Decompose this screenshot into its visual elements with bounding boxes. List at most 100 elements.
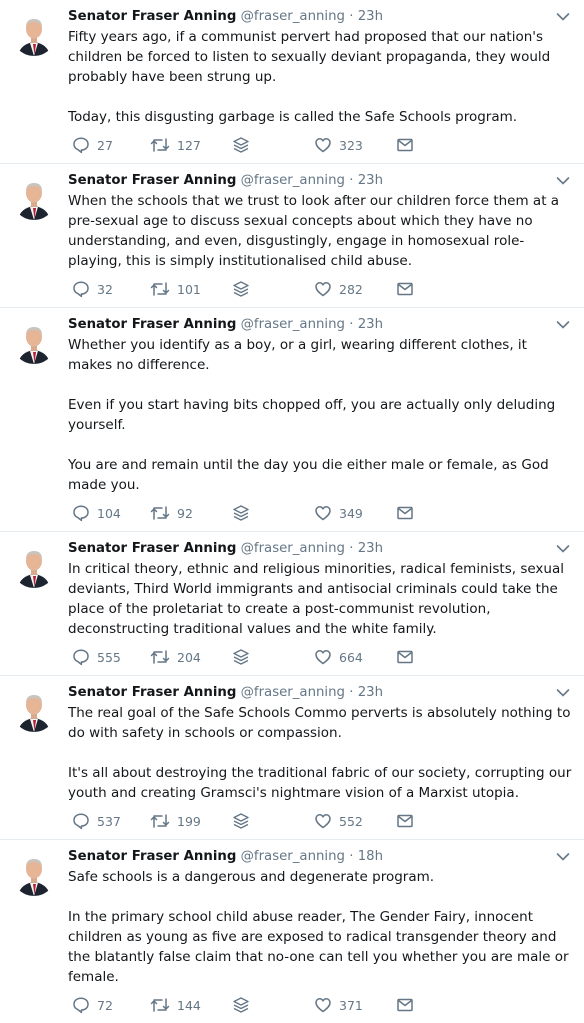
reply-button[interactable]: 72: [72, 996, 150, 1014]
retweet-button[interactable]: 127: [150, 136, 232, 154]
heart-icon: [315, 138, 331, 153]
retweet-icon: [150, 282, 170, 296]
timestamp[interactable]: 23h: [358, 173, 383, 188]
avatar[interactable]: [12, 176, 56, 220]
reply-count: 27: [97, 137, 113, 153]
retweet-button[interactable]: 144: [150, 996, 232, 1014]
author-name[interactable]: Senator Fraser Anning: [68, 317, 236, 332]
avatar[interactable]: [12, 544, 56, 588]
direct-message-button[interactable]: [396, 996, 414, 1014]
avatar[interactable]: [12, 12, 56, 56]
tweet-header: Senator Fraser Anning @fraser_anning · 2…: [68, 684, 572, 702]
direct-message-button[interactable]: [396, 280, 414, 298]
like-button[interactable]: 282: [314, 280, 396, 298]
stack-button[interactable]: [232, 136, 314, 154]
avatar[interactable]: [12, 320, 56, 364]
avatar[interactable]: [12, 688, 56, 732]
direct-message-button[interactable]: [396, 504, 414, 522]
timestamp[interactable]: 23h: [358, 541, 383, 556]
direct-message-button[interactable]: [396, 812, 414, 830]
tweet-paragraph: It's all about destroying the traditiona…: [68, 765, 572, 801]
retweet-icon: [150, 506, 170, 520]
chevron-down-icon[interactable]: [556, 852, 570, 862]
tweet-paragraph: When the schools that we trust to look a…: [68, 193, 560, 269]
retweet-count: 204: [177, 649, 201, 665]
tweet-header: Senator Fraser Anning @fraser_anning · 1…: [68, 848, 572, 866]
chevron-down-icon[interactable]: [556, 176, 570, 186]
tweet: Senator Fraser Anning @fraser_anning · 2…: [0, 0, 584, 164]
reply-button[interactable]: 104: [72, 504, 150, 522]
envelope-icon: [397, 998, 413, 1012]
author-name[interactable]: Senator Fraser Anning: [68, 849, 236, 864]
like-count: 323: [339, 137, 363, 153]
stack-icon: [233, 813, 249, 829]
author-handle[interactable]: @fraser_anning: [241, 173, 345, 188]
envelope-icon: [397, 650, 413, 664]
stack-button[interactable]: [232, 648, 314, 666]
like-button[interactable]: 349: [314, 504, 396, 522]
tweet-paragraph: Fifty years ago, if a communist pervert …: [68, 29, 551, 85]
reply-button[interactable]: 32: [72, 280, 150, 298]
chevron-down-icon[interactable]: [556, 320, 570, 330]
tweet-paragraph: Even if you start having bits chopped of…: [68, 397, 556, 433]
reply-button[interactable]: 537: [72, 812, 150, 830]
reply-count: 104: [97, 505, 121, 521]
avatar-photo: [12, 852, 56, 896]
dot-separator: ·: [349, 849, 354, 864]
retweet-count: 144: [177, 997, 201, 1013]
tweet-actions: 27 127 323: [68, 127, 572, 163]
author-handle[interactable]: @fraser_anning: [241, 685, 345, 700]
retweet-icon: [150, 650, 170, 664]
like-count: 282: [339, 281, 363, 297]
chevron-down-icon[interactable]: [556, 688, 570, 698]
retweet-count: 127: [177, 137, 201, 153]
timestamp[interactable]: 23h: [358, 317, 383, 332]
author-name[interactable]: Senator Fraser Anning: [68, 9, 236, 24]
author-handle[interactable]: @fraser_anning: [241, 541, 345, 556]
retweet-icon: [150, 814, 170, 828]
retweet-button[interactable]: 101: [150, 280, 232, 298]
timestamp[interactable]: 18h: [358, 849, 383, 864]
reply-button[interactable]: 555: [72, 648, 150, 666]
envelope-icon: [397, 814, 413, 828]
tweet-paragraph: Safe schools is a dangerous and degenera…: [68, 869, 435, 885]
tweet-actions: 104 92 349: [68, 495, 572, 531]
dot-separator: ·: [349, 685, 354, 700]
tweet-feed: Senator Fraser Anning @fraser_anning · 2…: [0, 0, 584, 1023]
author-name[interactable]: Senator Fraser Anning: [68, 685, 236, 700]
stack-button[interactable]: [232, 280, 314, 298]
tweet-paragraph: Today, this disgusting garbage is called…: [68, 109, 518, 125]
heart-icon: [315, 998, 331, 1013]
author-handle[interactable]: @fraser_anning: [241, 849, 345, 864]
retweet-count: 101: [177, 281, 201, 297]
retweet-button[interactable]: 204: [150, 648, 232, 666]
reply-button[interactable]: 27: [72, 136, 150, 154]
stack-button[interactable]: [232, 996, 314, 1014]
stack-button[interactable]: [232, 812, 314, 830]
reply-count: 32: [97, 281, 113, 297]
tweet-header: Senator Fraser Anning @fraser_anning · 2…: [68, 540, 572, 558]
stack-button[interactable]: [232, 504, 314, 522]
like-button[interactable]: 323: [314, 136, 396, 154]
like-button[interactable]: 664: [314, 648, 396, 666]
author-name[interactable]: Senator Fraser Anning: [68, 541, 236, 556]
author-name[interactable]: Senator Fraser Anning: [68, 173, 236, 188]
author-handle[interactable]: @fraser_anning: [241, 317, 345, 332]
retweet-button[interactable]: 199: [150, 812, 232, 830]
retweet-icon: [150, 998, 170, 1012]
author-handle[interactable]: @fraser_anning: [241, 9, 345, 24]
avatar[interactable]: [12, 852, 56, 896]
tweet-text: Safe schools is a dangerous and degenera…: [68, 867, 572, 987]
chevron-down-icon[interactable]: [556, 12, 570, 22]
retweet-button[interactable]: 92: [150, 504, 232, 522]
like-button[interactable]: 371: [314, 996, 396, 1014]
reply-icon: [73, 137, 89, 154]
timestamp[interactable]: 23h: [358, 685, 383, 700]
direct-message-button[interactable]: [396, 136, 414, 154]
direct-message-button[interactable]: [396, 648, 414, 666]
timestamp[interactable]: 23h: [358, 9, 383, 24]
chevron-down-icon[interactable]: [556, 544, 570, 554]
tweet-actions: 72 144 371: [68, 987, 572, 1023]
like-button[interactable]: 552: [314, 812, 396, 830]
tweet-text: In critical theory, ethnic and religious…: [68, 559, 572, 639]
